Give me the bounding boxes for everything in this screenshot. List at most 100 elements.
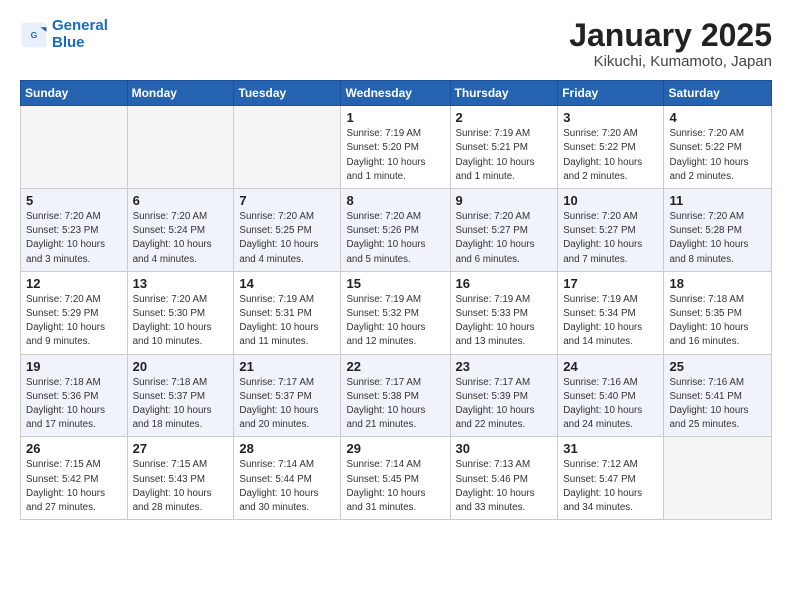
table-row: 12Sunrise: 7:20 AMSunset: 5:29 PMDayligh… <box>21 271 128 354</box>
day-number: 25 <box>669 359 766 374</box>
table-row <box>664 437 772 520</box>
calendar-week-3: 12Sunrise: 7:20 AMSunset: 5:29 PMDayligh… <box>21 271 772 354</box>
header: G General Blue January 2025 Kikuchi, Kum… <box>20 18 772 70</box>
day-number: 9 <box>456 193 553 208</box>
day-number: 20 <box>133 359 229 374</box>
logo: G General Blue <box>20 18 108 51</box>
day-info: Sunrise: 7:20 AMSunset: 5:25 PMDaylight:… <box>239 210 335 267</box>
day-info: Sunrise: 7:19 AMSunset: 5:32 PMDaylight:… <box>346 293 444 350</box>
calendar-week-2: 5Sunrise: 7:20 AMSunset: 5:23 PMDaylight… <box>21 189 772 272</box>
day-number: 26 <box>26 441 122 456</box>
calendar-week-1: 1Sunrise: 7:19 AMSunset: 5:20 PMDaylight… <box>21 106 772 189</box>
day-number: 24 <box>563 359 658 374</box>
table-row: 30 Sunrise: 7:13 AMSunset: 5:46 PMDayligh… <box>450 437 558 520</box>
col-thursday: Thursday <box>450 81 558 106</box>
day-info: Sunrise: 7:17 AMSunset: 5:37 PMDaylight:… <box>239 376 335 433</box>
day-info: Sunrise: 7:15 AMSunset: 5:42 PMDaylight:… <box>26 458 122 515</box>
page: G General Blue January 2025 Kikuchi, Kum… <box>0 0 792 612</box>
table-row: 25 Sunrise: 7:16 AMSunset: 5:41 PMDayligh… <box>664 354 772 437</box>
table-row <box>21 106 128 189</box>
location: Kikuchi, Kumamoto, Japan <box>569 53 772 70</box>
table-row: 27 Sunrise: 7:15 AMSunset: 5:43 PMDayligh… <box>127 437 234 520</box>
table-row: 23Sunrise: 7:17 AMSunset: 5:39 PMDayligh… <box>450 354 558 437</box>
day-info: Sunrise: 7:15 AMSunset: 5:43 PMDaylight:… <box>133 458 229 515</box>
day-number: 18 <box>669 276 766 291</box>
col-saturday: Saturday <box>664 81 772 106</box>
day-info: Sunrise: 7:17 AMSunset: 5:38 PMDaylight:… <box>346 376 444 433</box>
day-number: 15 <box>346 276 444 291</box>
day-info: Sunrise: 7:19 AMSunset: 5:21 PMDaylight:… <box>456 127 553 184</box>
day-number: 30 <box>456 441 553 456</box>
day-number: 19 <box>26 359 122 374</box>
day-number: 29 <box>346 441 444 456</box>
day-number: 31 <box>563 441 658 456</box>
day-info: Sunrise: 7:20 AMSunset: 5:22 PMDaylight:… <box>669 127 766 184</box>
day-info: Sunrise: 7:19 AMSunset: 5:31 PMDaylight:… <box>239 293 335 350</box>
table-row: 20 Sunrise: 7:18 AMSunset: 5:37 PMDayligh… <box>127 354 234 437</box>
day-info: Sunrise: 7:20 AMSunset: 5:22 PMDaylight:… <box>563 127 658 184</box>
table-row: 8 Sunrise: 7:20 AMSunset: 5:26 PMDaylight… <box>341 189 450 272</box>
day-info: Sunrise: 7:20 AMSunset: 5:24 PMDaylight:… <box>133 210 229 267</box>
day-info: Sunrise: 7:12 AMSunset: 5:47 PMDaylight:… <box>563 458 658 515</box>
day-info: Sunrise: 7:20 AMSunset: 5:28 PMDaylight:… <box>669 210 766 267</box>
day-info: Sunrise: 7:20 AMSunset: 5:27 PMDaylight:… <box>456 210 553 267</box>
day-number: 28 <box>239 441 335 456</box>
day-info: Sunrise: 7:18 AMSunset: 5:35 PMDaylight:… <box>669 293 766 350</box>
table-row: 28Sunrise: 7:14 AMSunset: 5:44 PMDayligh… <box>234 437 341 520</box>
day-number: 23 <box>456 359 553 374</box>
day-number: 1 <box>346 110 444 125</box>
logo-text: General Blue <box>52 18 108 51</box>
day-number: 4 <box>669 110 766 125</box>
day-info: Sunrise: 7:20 AMSunset: 5:26 PMDaylight:… <box>346 210 444 267</box>
day-number: 8 <box>346 193 444 208</box>
day-info: Sunrise: 7:13 AMSunset: 5:46 PMDaylight:… <box>456 458 553 515</box>
calendar-week-5: 26 Sunrise: 7:15 AMSunset: 5:42 PMDayligh… <box>21 437 772 520</box>
col-monday: Monday <box>127 81 234 106</box>
day-info: Sunrise: 7:20 AMSunset: 5:27 PMDaylight:… <box>563 210 658 267</box>
table-row: 17Sunrise: 7:19 AMSunset: 5:34 PMDayligh… <box>558 271 664 354</box>
table-row: 2 Sunrise: 7:19 AMSunset: 5:21 PMDaylight… <box>450 106 558 189</box>
day-info: Sunrise: 7:18 AMSunset: 5:37 PMDaylight:… <box>133 376 229 433</box>
day-number: 7 <box>239 193 335 208</box>
day-number: 14 <box>239 276 335 291</box>
col-friday: Friday <box>558 81 664 106</box>
month-title: January 2025 <box>569 18 772 53</box>
day-number: 22 <box>346 359 444 374</box>
day-number: 21 <box>239 359 335 374</box>
table-row: 29 Sunrise: 7:14 AMSunset: 5:45 PMDayligh… <box>341 437 450 520</box>
table-row: 11 Sunrise: 7:20 AMSunset: 5:28 PMDayligh… <box>664 189 772 272</box>
table-row: 19Sunrise: 7:18 AMSunset: 5:36 PMDayligh… <box>21 354 128 437</box>
table-row: 24 Sunrise: 7:16 AMSunset: 5:40 PMDayligh… <box>558 354 664 437</box>
table-row: 10Sunrise: 7:20 AMSunset: 5:27 PMDayligh… <box>558 189 664 272</box>
table-row: 3 Sunrise: 7:20 AMSunset: 5:22 PMDaylight… <box>558 106 664 189</box>
table-row: 16Sunrise: 7:19 AMSunset: 5:33 PMDayligh… <box>450 271 558 354</box>
svg-text:G: G <box>31 30 38 40</box>
day-number: 6 <box>133 193 229 208</box>
table-row: 14 Sunrise: 7:19 AMSunset: 5:31 PMDayligh… <box>234 271 341 354</box>
day-number: 3 <box>563 110 658 125</box>
table-row: 6 Sunrise: 7:20 AMSunset: 5:24 PMDaylight… <box>127 189 234 272</box>
table-row: 7 Sunrise: 7:20 AMSunset: 5:25 PMDaylight… <box>234 189 341 272</box>
day-number: 12 <box>26 276 122 291</box>
table-row: 4 Sunrise: 7:20 AMSunset: 5:22 PMDaylight… <box>664 106 772 189</box>
table-row: 26 Sunrise: 7:15 AMSunset: 5:42 PMDayligh… <box>21 437 128 520</box>
calendar-week-4: 19Sunrise: 7:18 AMSunset: 5:36 PMDayligh… <box>21 354 772 437</box>
day-number: 27 <box>133 441 229 456</box>
day-info: Sunrise: 7:20 AMSunset: 5:23 PMDaylight:… <box>26 210 122 267</box>
day-info: Sunrise: 7:20 AMSunset: 5:30 PMDaylight:… <box>133 293 229 350</box>
col-tuesday: Tuesday <box>234 81 341 106</box>
day-info: Sunrise: 7:14 AMSunset: 5:45 PMDaylight:… <box>346 458 444 515</box>
day-info: Sunrise: 7:16 AMSunset: 5:40 PMDaylight:… <box>563 376 658 433</box>
day-number: 13 <box>133 276 229 291</box>
calendar-header-row: Sunday Monday Tuesday Wednesday Thursday… <box>21 81 772 106</box>
day-number: 11 <box>669 193 766 208</box>
col-sunday: Sunday <box>21 81 128 106</box>
day-number: 2 <box>456 110 553 125</box>
logo-line1: General <box>52 17 108 34</box>
title-block: January 2025 Kikuchi, Kumamoto, Japan <box>569 18 772 70</box>
day-info: Sunrise: 7:19 AMSunset: 5:33 PMDaylight:… <box>456 293 553 350</box>
table-row: 1Sunrise: 7:19 AMSunset: 5:20 PMDaylight… <box>341 106 450 189</box>
col-wednesday: Wednesday <box>341 81 450 106</box>
logo-icon: G <box>20 21 48 49</box>
day-info: Sunrise: 7:16 AMSunset: 5:41 PMDaylight:… <box>669 376 766 433</box>
